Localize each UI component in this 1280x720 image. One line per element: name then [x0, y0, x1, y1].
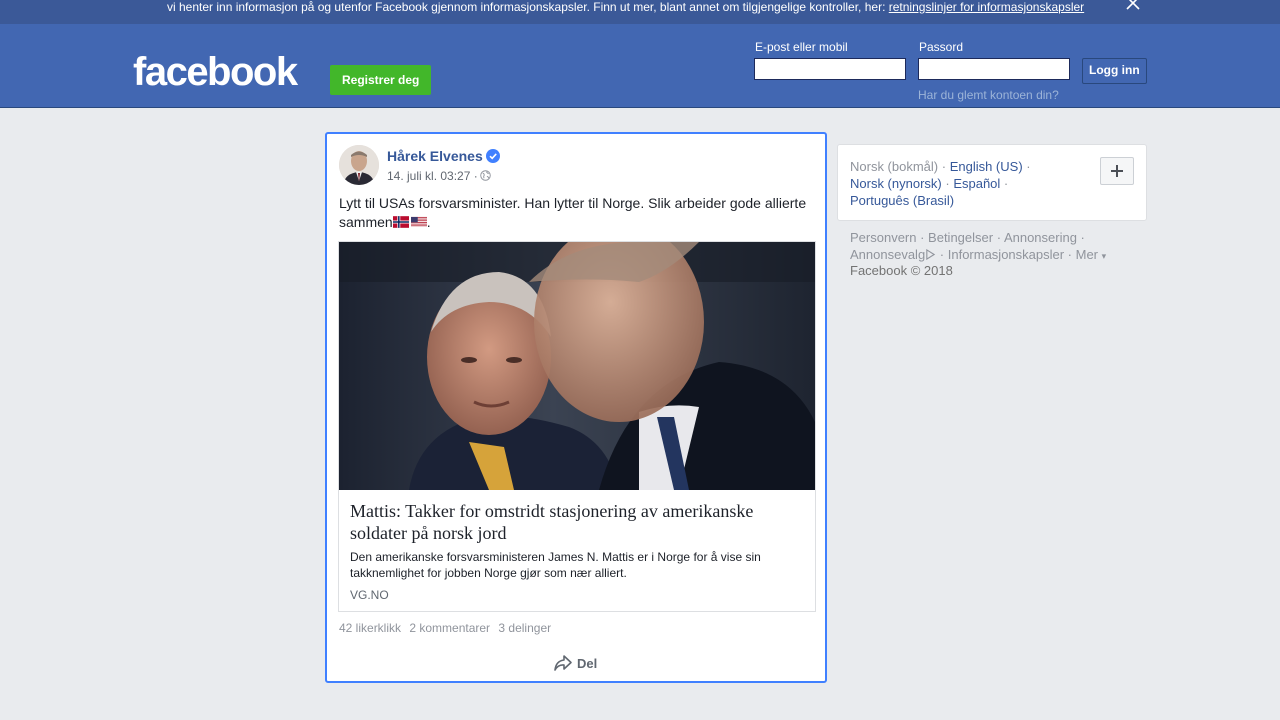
language-link[interactable]: Español: [953, 176, 1000, 191]
footer-link-privacy[interactable]: Personvern: [850, 230, 916, 245]
link-preview-card[interactable]: Mattis: Takker for omstridt stasjonering…: [338, 241, 816, 612]
language-link[interactable]: Português (Brasil): [850, 193, 954, 208]
facebook-logo[interactable]: facebook: [133, 48, 298, 96]
copyright: Facebook © 2018: [850, 263, 953, 278]
cookie-banner-text: vi henter inn informasjon på og utenfor …: [167, 0, 1084, 14]
email-label: E-post eller mobil: [755, 40, 848, 54]
language-link[interactable]: Norsk (nynorsk): [850, 176, 942, 191]
share-button[interactable]: Del: [553, 652, 597, 676]
adchoices-icon: [926, 249, 936, 260]
post-author[interactable]: Hårek Elvenes: [387, 148, 483, 164]
shares-count[interactable]: 3 delinger: [498, 621, 551, 635]
close-icon[interactable]: [1124, 0, 1142, 12]
share-icon: [554, 655, 572, 671]
share-label: Del: [577, 656, 598, 671]
password-field[interactable]: [918, 58, 1070, 80]
language-link[interactable]: English (US): [950, 159, 1023, 174]
language-selector: Norsk (bokmål) · English (US) · Norsk (n…: [837, 144, 1147, 221]
post-text: Lytt til USAs forsvarsminister. Han lytt…: [339, 194, 813, 232]
footer-link-advertising[interactable]: Annonsering: [1004, 230, 1077, 245]
footer-links: Personvern · Betingelser · Annonsering ·…: [850, 230, 1107, 262]
language-list: Norsk (bokmål) · English (US) · Norsk (n…: [850, 159, 1031, 208]
caret-down-icon: ▾: [1101, 251, 1107, 261]
verified-badge-icon: [486, 149, 500, 163]
register-button[interactable]: Registrer deg: [330, 65, 432, 95]
link-preview-image[interactable]: [339, 242, 815, 490]
password-label: Passord: [919, 40, 964, 54]
cookie-policy-link[interactable]: retningslinjer for informasjonskapsler: [889, 0, 1084, 14]
avatar[interactable]: [339, 145, 379, 185]
news-photo: [339, 242, 815, 490]
comments-count[interactable]: 2 kommentarer: [409, 621, 490, 635]
footer-link-cookies[interactable]: Informasjonskapsler: [948, 247, 1064, 262]
post-message: Lytt til USAs forsvarsminister. Han lytt…: [339, 195, 807, 230]
post-timestamp[interactable]: 14. juli kl. 03:27 ·: [387, 169, 478, 183]
footer-link-more[interactable]: Mer: [1076, 247, 1098, 262]
cookie-message: vi henter inn informasjon på og utenfor …: [167, 0, 886, 14]
usa-flag-icon: [410, 216, 427, 228]
plus-icon: [1111, 165, 1123, 177]
cookie-banner: vi henter inn informasjon på og utenfor …: [0, 0, 1280, 24]
email-field[interactable]: [754, 58, 906, 80]
more-languages-button[interactable]: [1100, 157, 1134, 185]
post-message-end: .: [426, 214, 431, 230]
globe-icon: [480, 170, 491, 181]
top-header: facebook Registrer deg E-post eller mobi…: [0, 24, 1280, 108]
link-description: Den amerikanske forsvarsministeren James…: [350, 550, 761, 580]
current-language: Norsk (bokmål): [850, 159, 939, 174]
footer-link-terms[interactable]: Betingelser: [928, 230, 993, 245]
link-title[interactable]: Mattis: Takker for omstridt stasjonering…: [350, 500, 790, 544]
login-button[interactable]: Logg inn: [1082, 58, 1147, 84]
profile-photo: [339, 145, 379, 185]
footer-link-adchoices[interactable]: Annonsevalg: [850, 247, 925, 262]
norway-flag-icon: [392, 216, 409, 228]
likes-count[interactable]: 42 likerklikk: [339, 621, 401, 635]
post-stats: 42 likerklikk 2 kommentarer 3 delinger: [339, 621, 556, 635]
forgot-account-link[interactable]: Har du glemt kontoen din?: [918, 88, 1059, 102]
link-domain: VG.NO: [350, 588, 389, 602]
post-card: Hårek Elvenes 14. juli kl. 03:27 · Lytt …: [325, 132, 827, 683]
